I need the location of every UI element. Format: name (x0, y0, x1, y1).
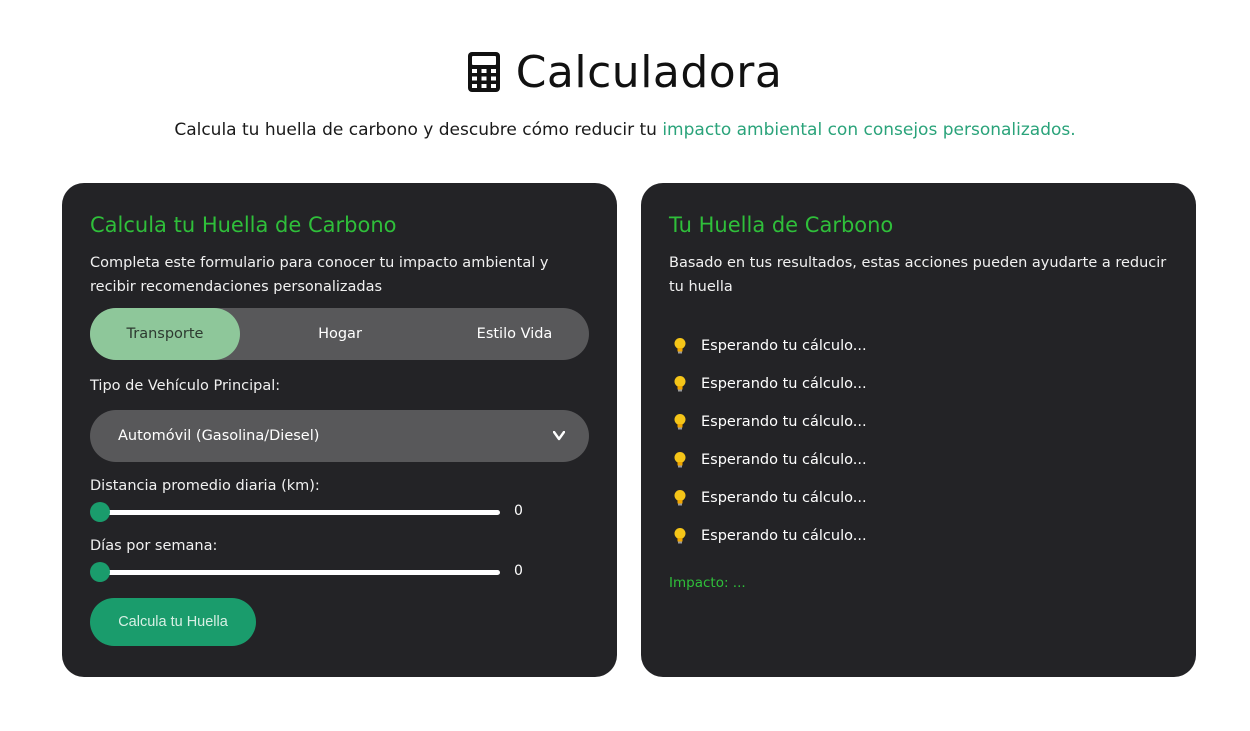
form-card-title: Calcula tu Huella de Carbono (90, 213, 397, 237)
tip-text: Esperando tu cálculo... (701, 528, 867, 544)
tip-text: Esperando tu cálculo... (701, 376, 867, 392)
vehicle-type-select[interactable]: Automóvil (Gasolina/Diesel) (90, 410, 589, 462)
list-item: Esperando tu cálculo... (669, 365, 1168, 403)
tip-text: Esperando tu cálculo... (701, 338, 867, 354)
tab-estilo-vida[interactable]: Estilo Vida (440, 308, 589, 360)
calculate-button[interactable]: Calcula tu Huella (90, 598, 256, 646)
days-slider-row: 0 (90, 561, 589, 582)
lightbulb-icon (674, 490, 686, 506)
days-slider-thumb[interactable] (90, 561, 110, 582)
distance-value: 0 (514, 503, 523, 519)
title-row: Calculadora (0, 44, 1250, 100)
tip-text: Esperando tu cálculo... (701, 490, 867, 506)
lightbulb-icon (674, 338, 686, 354)
days-value: 0 (514, 563, 523, 579)
vehicle-type-value: Automóvil (Gasolina/Diesel) (118, 428, 320, 444)
lightbulb-icon (674, 376, 686, 392)
category-tabs: Transporte Hogar Estilo Vida (90, 308, 589, 360)
page-header: Calculadora Calcula tu huella de carbono… (0, 44, 1250, 141)
list-item: Esperando tu cálculo... (669, 517, 1168, 555)
list-item: Esperando tu cálculo... (669, 479, 1168, 517)
impact-text: Impacto: ... (669, 575, 746, 591)
page-subtitle: Calcula tu huella de carbono y descubre … (0, 120, 1250, 140)
calculator-icon (467, 52, 500, 92)
tip-text: Esperando tu cálculo... (701, 414, 867, 430)
results-card-description: Basado en tus resultados, estas acciones… (669, 255, 1167, 295)
distance-label: Distancia promedio diaria (km): (90, 478, 320, 494)
results-card: Tu Huella de Carbono Basado en tus resul… (641, 183, 1196, 677)
form-card-description: Completa este formulario para conocer tu… (90, 255, 549, 295)
calculator-form-card: Calcula tu Huella de Carbono Completa es… (62, 183, 617, 677)
tab-transporte[interactable]: Transporte (90, 308, 240, 360)
list-item: Esperando tu cálculo... (669, 441, 1168, 479)
tips-list: Esperando tu cálculo... Esperando tu cál… (669, 327, 1168, 555)
distance-slider[interactable] (90, 501, 500, 522)
days-label: Días por semana: (90, 538, 218, 554)
tab-hogar[interactable]: Hogar (240, 308, 440, 360)
lightbulb-icon (674, 528, 686, 544)
days-slider[interactable] (90, 561, 500, 582)
vehicle-type-label: Tipo de Vehículo Principal: (90, 378, 281, 394)
results-card-title: Tu Huella de Carbono (669, 213, 894, 237)
list-item: Esperando tu cálculo... (669, 327, 1168, 365)
chevron-down-icon (553, 431, 565, 441)
tip-text: Esperando tu cálculo... (701, 452, 867, 468)
distance-slider-row: 0 (90, 501, 589, 522)
list-item: Esperando tu cálculo... (669, 403, 1168, 441)
page-title: Calculadora (515, 46, 783, 98)
subtitle-accent: impacto ambiental con consejos personali… (662, 120, 1076, 140)
lightbulb-icon (674, 414, 686, 430)
subtitle-text: Calcula tu huella de carbono y descubre … (174, 120, 663, 140)
distance-slider-thumb[interactable] (90, 501, 110, 522)
lightbulb-icon (674, 452, 686, 468)
